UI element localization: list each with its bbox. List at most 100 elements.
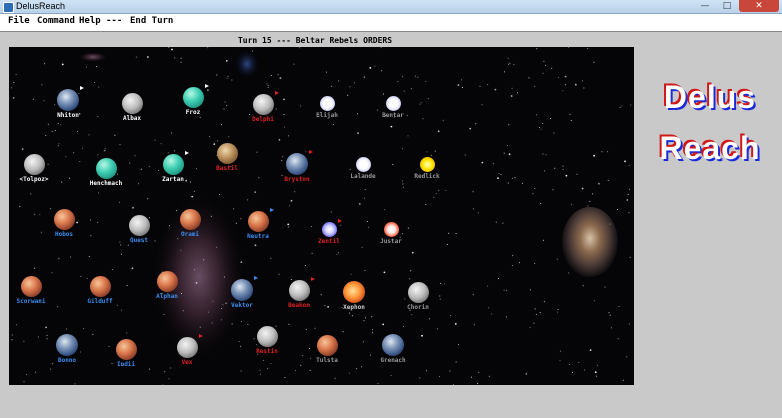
star	[222, 304, 224, 306]
planet-globe-icon[interactable]	[162, 153, 184, 175]
star	[374, 65, 376, 67]
planet-label: Orami	[180, 230, 200, 238]
planet-globe-icon[interactable]	[216, 142, 238, 164]
star	[349, 86, 351, 88]
planet-globe-icon[interactable]	[355, 156, 371, 172]
star	[259, 369, 261, 371]
planet-globe-icon[interactable]	[407, 281, 429, 303]
fleet-flag-icon[interactable]	[198, 333, 203, 338]
planet-globe-icon[interactable]	[23, 153, 45, 175]
star	[624, 160, 626, 163]
planet-globe-icon[interactable]	[231, 279, 253, 301]
star	[507, 57, 509, 59]
planet-globe-icon[interactable]	[176, 336, 198, 358]
star	[217, 140, 219, 142]
star	[180, 57, 182, 59]
star	[270, 362, 272, 364]
planet-globe-icon[interactable]	[319, 95, 335, 111]
star	[203, 259, 205, 261]
planet-globe-icon[interactable]	[343, 281, 365, 303]
planet-globe-icon[interactable]	[56, 334, 78, 356]
planet-globe-icon[interactable]	[121, 92, 143, 114]
star	[628, 212, 630, 214]
galaxy-map[interactable]: Nhiton Albax Froz Delphi Elijah Bentar <Tolpoz…	[9, 47, 634, 385]
planet-globe-icon[interactable]	[382, 334, 404, 356]
star	[73, 152, 75, 154]
planet-globe-icon[interactable]	[115, 338, 137, 360]
menu-help[interactable]: Help	[79, 16, 101, 26]
star	[462, 87, 463, 88]
status-strip	[0, 394, 782, 418]
star	[213, 143, 216, 145]
star	[363, 77, 365, 79]
planet-globe-icon[interactable]	[156, 270, 178, 292]
fleet-flag-icon[interactable]	[184, 150, 189, 155]
planet-globe-icon[interactable]	[247, 210, 269, 232]
star	[70, 256, 72, 258]
planet-globe-icon[interactable]	[316, 334, 338, 356]
star	[32, 98, 34, 100]
star	[607, 179, 609, 181]
star	[511, 87, 513, 89]
title-bar: DelusReach — □ ✕	[0, 0, 782, 14]
star	[383, 209, 385, 211]
star	[252, 50, 254, 52]
star	[347, 94, 349, 96]
close-button[interactable]: ✕	[739, 0, 779, 12]
star	[512, 255, 514, 257]
star	[225, 302, 227, 304]
star	[549, 118, 551, 119]
star	[281, 174, 283, 176]
planet-label: Beakon	[288, 301, 310, 309]
menu-command[interactable]: Command	[37, 16, 75, 26]
planet-globe-icon[interactable]	[383, 221, 399, 237]
star	[498, 173, 500, 174]
minimize-button[interactable]: —	[694, 0, 716, 12]
fleet-flag-icon[interactable]	[310, 276, 315, 281]
fleet-flag-icon[interactable]	[254, 276, 258, 280]
planet-label: Bonno	[57, 357, 77, 364]
maximize-button[interactable]: □	[716, 0, 738, 12]
star	[593, 300, 595, 302]
star	[117, 173, 119, 175]
fleet-flag-icon[interactable]	[337, 218, 342, 223]
star	[267, 85, 269, 86]
fleet-flag-icon[interactable]	[204, 83, 209, 88]
star	[254, 244, 257, 247]
planet-globe-icon[interactable]	[385, 95, 401, 111]
star	[438, 190, 440, 192]
star	[283, 98, 285, 101]
star	[492, 163, 494, 165]
planet-globe-icon[interactable]	[89, 275, 111, 297]
planet-globe-icon[interactable]	[128, 214, 150, 236]
planet-globe-icon[interactable]	[95, 157, 117, 179]
fleet-flag-icon[interactable]	[80, 86, 84, 90]
planet-globe-icon[interactable]	[286, 153, 308, 175]
planet-globe-icon[interactable]	[53, 208, 75, 230]
planet-globe-icon[interactable]	[179, 208, 201, 230]
fleet-flag-icon[interactable]	[274, 90, 279, 95]
star	[46, 338, 48, 340]
menu-end-turn[interactable]: End Turn	[130, 16, 173, 26]
planet-globe-icon[interactable]	[20, 275, 42, 297]
planet-globe-icon[interactable]	[182, 86, 204, 108]
fleet-flag-icon[interactable]	[309, 150, 313, 154]
star	[51, 272, 53, 274]
star	[540, 128, 542, 130]
planet-globe-icon[interactable]	[256, 325, 278, 347]
menu-file[interactable]: File	[8, 16, 30, 26]
star	[478, 372, 480, 373]
star	[439, 298, 441, 300]
star	[622, 379, 624, 381]
star	[129, 162, 131, 164]
star	[504, 71, 506, 73]
planet-globe-icon[interactable]	[321, 221, 337, 237]
planet-globe-icon[interactable]	[57, 89, 79, 111]
star	[629, 188, 630, 190]
star	[401, 233, 403, 235]
fleet-flag-icon[interactable]	[269, 207, 274, 212]
star	[417, 76, 419, 78]
planet-globe-icon[interactable]	[288, 279, 310, 301]
planet-globe-icon[interactable]	[419, 156, 435, 172]
planet-globe-icon[interactable]	[252, 93, 274, 115]
